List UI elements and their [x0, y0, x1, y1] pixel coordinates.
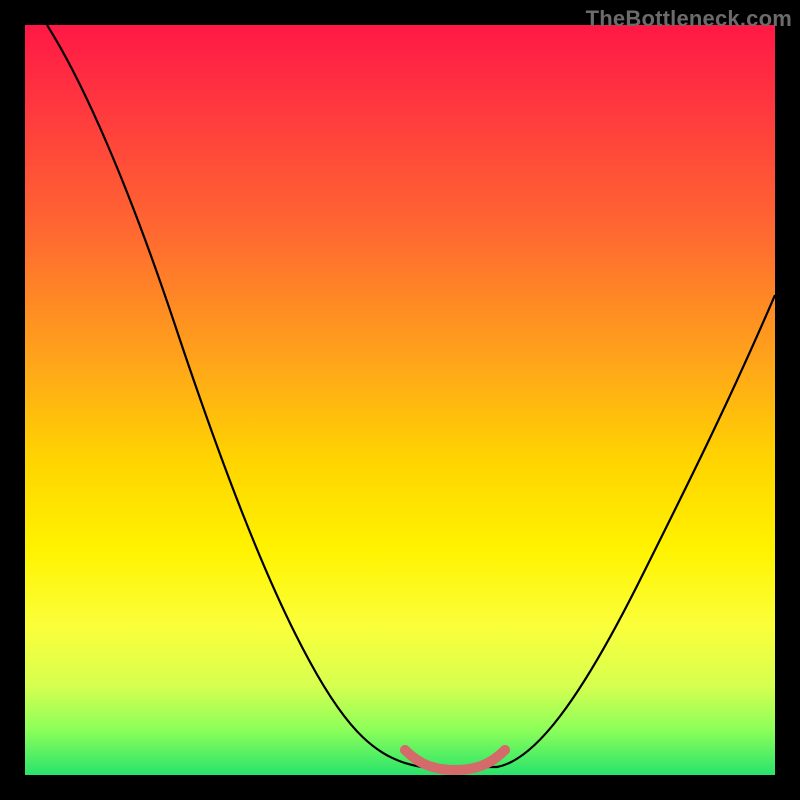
plot-area [25, 25, 775, 775]
chart-frame: TheBottleneck.com [0, 0, 800, 800]
valley-dot-left [400, 745, 410, 755]
valley-highlight-path [405, 750, 505, 770]
watermark-text: TheBottleneck.com [586, 6, 792, 32]
v-curve-path [47, 25, 775, 767]
valley-dot-right [500, 745, 510, 755]
chart-svg [25, 25, 775, 775]
